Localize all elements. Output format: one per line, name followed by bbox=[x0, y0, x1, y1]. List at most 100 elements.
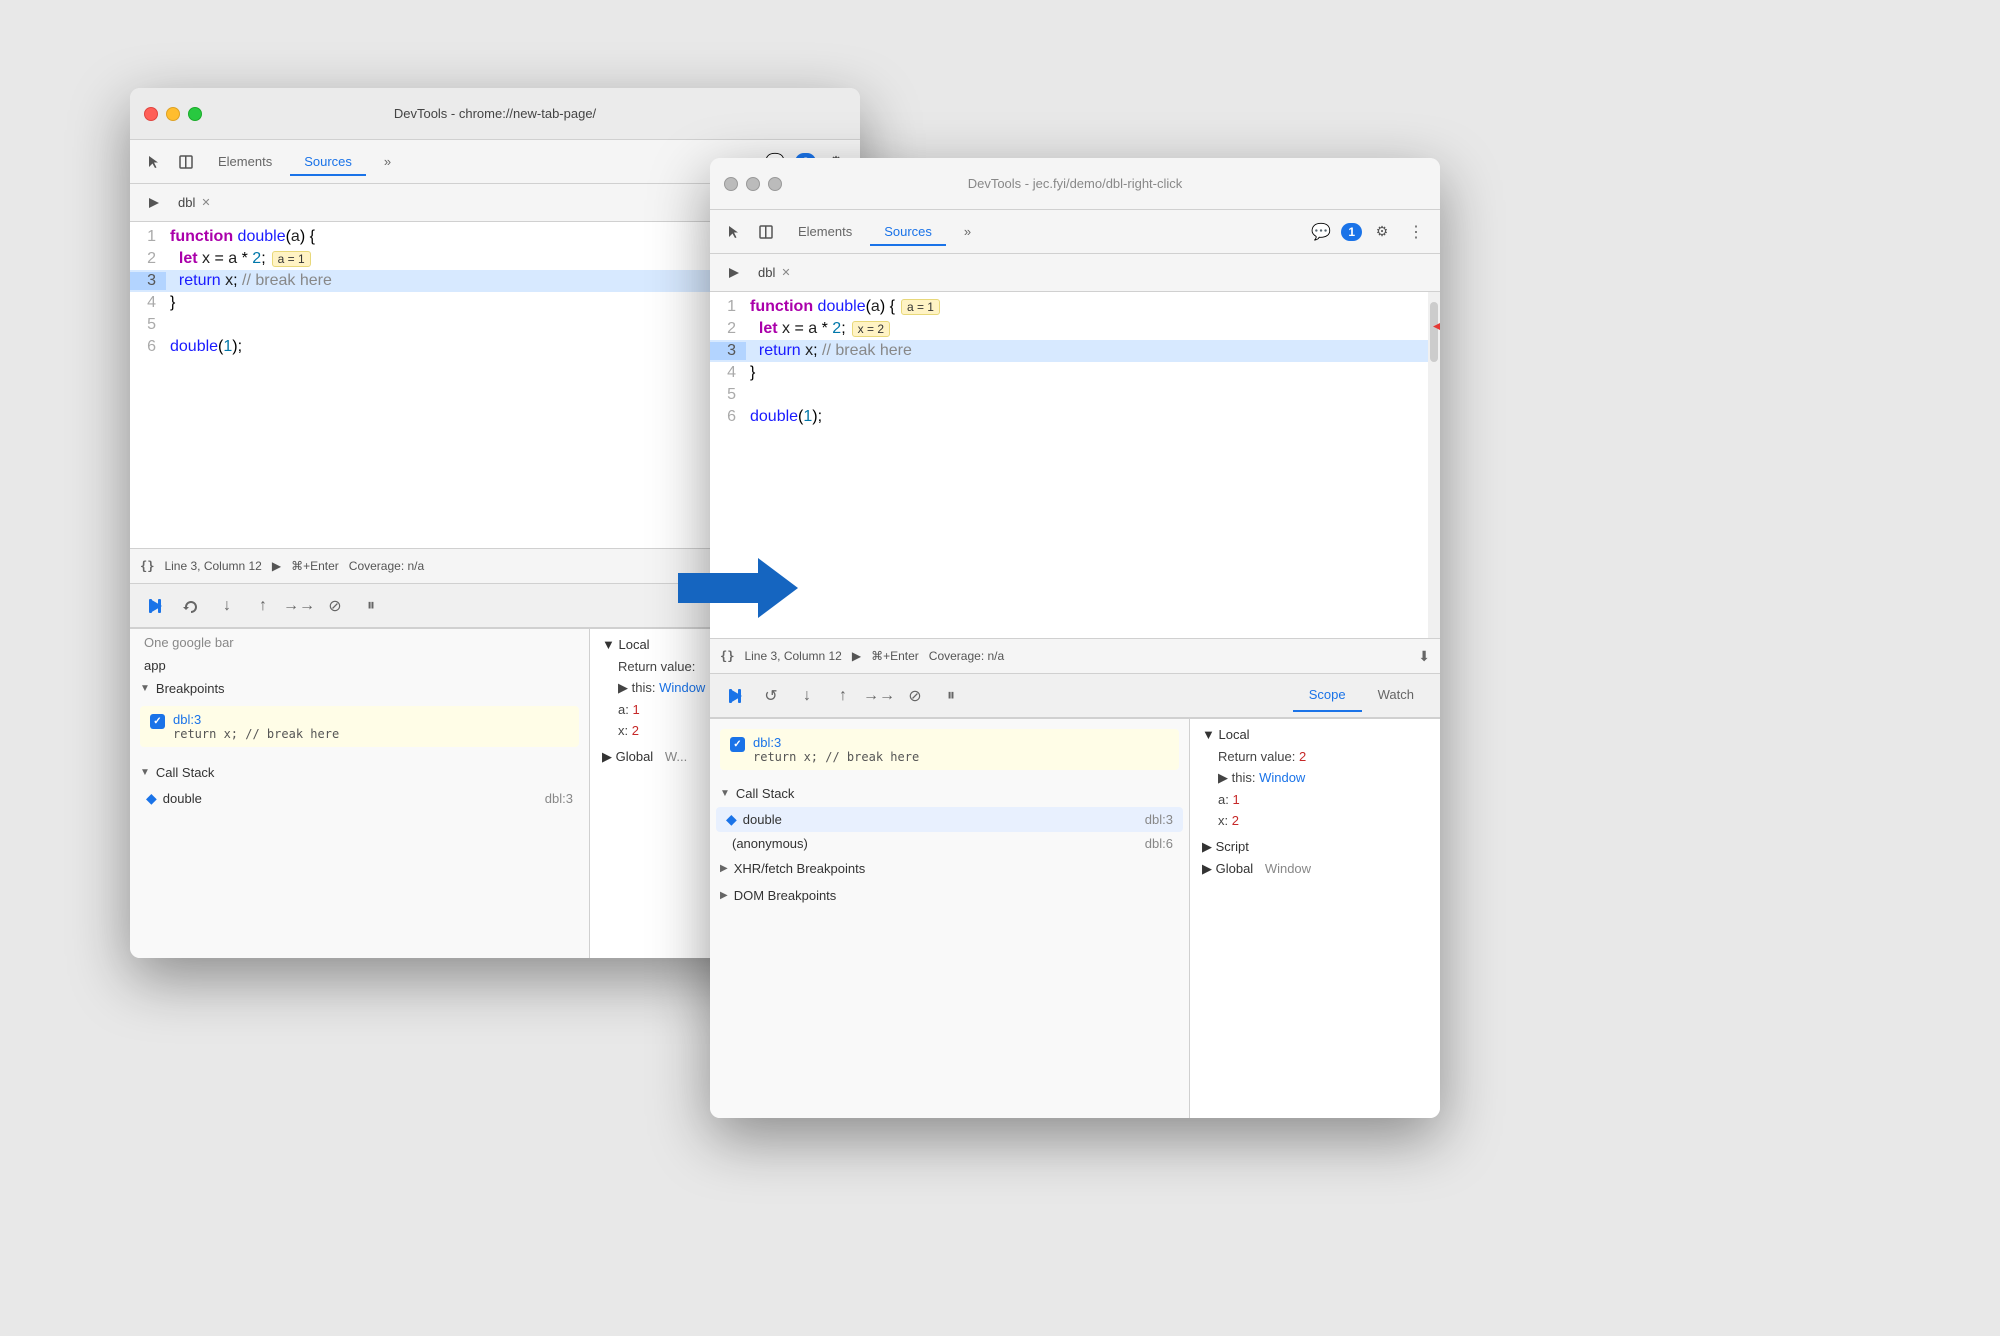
local-items-2: Return value: 2 ▶ this: Window a: 1 x: 2 bbox=[1202, 746, 1428, 831]
scope-tab-2[interactable]: Scope bbox=[1293, 679, 1362, 712]
bp-checkbox-1[interactable] bbox=[150, 714, 165, 729]
cursor-icon[interactable] bbox=[140, 148, 168, 176]
file-tab-close-2[interactable]: ✕ bbox=[781, 266, 790, 279]
dock-icon-2[interactable] bbox=[752, 218, 780, 246]
callstack-section-2[interactable]: ▼ Call Stack bbox=[710, 780, 1189, 807]
file-tab-name-1: dbl bbox=[178, 195, 195, 210]
callstack-label-1: Call Stack bbox=[156, 765, 215, 780]
gear-icon-2[interactable]: ⚙ bbox=[1368, 218, 1396, 246]
debug-toolbar-2: ↺ ↓ ↑ →→ ⊘ ⏸ Scope Watch bbox=[710, 674, 1440, 718]
close-button-2[interactable] bbox=[724, 177, 738, 191]
traffic-lights-2 bbox=[724, 177, 782, 191]
more-btn-2[interactable]: ⋮ bbox=[1402, 218, 1430, 246]
file-tab-1[interactable]: dbl ✕ bbox=[168, 191, 221, 214]
dom-label-2: DOM Breakpoints bbox=[734, 888, 837, 903]
minimize-button-1[interactable] bbox=[166, 107, 180, 121]
file-tab-2[interactable]: dbl ✕ bbox=[748, 261, 801, 284]
dock-icon[interactable] bbox=[172, 148, 200, 176]
tab-sources-1[interactable]: Sources bbox=[290, 148, 366, 175]
bp-content-2: dbl:3 return x; // break here bbox=[753, 735, 1169, 764]
deactivate-btn-2[interactable]: ⊘ bbox=[900, 681, 930, 711]
this-val-2: ▶ this: Window bbox=[1218, 767, 1428, 789]
tab-sources-2[interactable]: Sources bbox=[870, 218, 946, 245]
chat-badge-2: 1 bbox=[1341, 223, 1362, 241]
scope-content-2: ▼ Local Return value: 2 ▶ this: Window a… bbox=[1190, 719, 1440, 885]
coverage-1: Coverage: n/a bbox=[349, 559, 424, 573]
xhr-section-2[interactable]: ▶ XHR/fetch Breakpoints bbox=[710, 855, 1189, 882]
code-line-2-3: 3 return x; // break here bbox=[710, 340, 1440, 362]
red-arrow-icon bbox=[1433, 309, 1440, 350]
minimize-button-2[interactable] bbox=[746, 177, 760, 191]
a-val-2: a: 1 bbox=[1218, 789, 1428, 810]
statusbar-2: {} Line 3, Column 12 ▶ ⌘+Enter Coverage:… bbox=[710, 638, 1440, 674]
callstack-anon-2[interactable]: (anonymous) dbl:6 bbox=[716, 832, 1183, 855]
resume-btn-1[interactable] bbox=[140, 591, 170, 621]
callstack-section-1[interactable]: ▼ Call Stack bbox=[130, 759, 589, 786]
step-out-btn-1[interactable]: ↑ bbox=[248, 591, 278, 621]
step-over-btn-1[interactable] bbox=[176, 591, 206, 621]
run-icon-1[interactable]: ▶ bbox=[272, 559, 281, 573]
step-btn-1[interactable]: →→ bbox=[284, 591, 314, 621]
run-icon-2[interactable]: ▶ bbox=[852, 649, 861, 663]
bp-code-1: return x; // break here bbox=[173, 727, 569, 741]
breakpoints-section-1[interactable]: ▼ Breakpoints bbox=[130, 675, 589, 702]
callstack-items-1: ◆double dbl:3 bbox=[130, 786, 589, 811]
tab-elements-1[interactable]: Elements bbox=[204, 148, 286, 175]
script-header-2: ▶ Script bbox=[1202, 839, 1428, 855]
resume-btn-2[interactable] bbox=[720, 681, 750, 711]
breakpoints-content-1: dbl:3 return x; // break here bbox=[130, 706, 589, 759]
run-shortcut-1: ⌘+Enter bbox=[291, 559, 339, 573]
chevron-down-icon-2[interactable]: ⬇ bbox=[1418, 648, 1430, 665]
pause-btn-2[interactable]: ⏸ bbox=[936, 681, 966, 711]
deactivate-btn-1[interactable]: ⊘ bbox=[320, 591, 350, 621]
left-panel-2: dbl:3 return x; // break here ▼ Call Sta… bbox=[710, 719, 1190, 1118]
step-into-btn-1[interactable]: ↓ bbox=[212, 591, 242, 621]
code-section-2: 1 function double(a) {a = 1 2 let x = a … bbox=[710, 292, 1440, 638]
bp-code-2: return x; // break here bbox=[753, 750, 1169, 764]
callstack-items-2: ◆double dbl:3 (anonymous) dbl:6 bbox=[710, 807, 1189, 855]
xhr-label-2: XHR/fetch Breakpoints bbox=[734, 861, 866, 876]
step-into-btn-2[interactable]: ↓ bbox=[792, 681, 822, 711]
coverage-2: Coverage: n/a bbox=[929, 649, 1004, 663]
file-tab-close-1[interactable]: ✕ bbox=[201, 196, 210, 209]
callstack-item-double-1[interactable]: ◆double dbl:3 bbox=[136, 786, 583, 811]
app-item: app bbox=[130, 656, 589, 675]
chat-icon-2: 💬 bbox=[1311, 222, 1331, 242]
code-line-2-6: 6 double(1); bbox=[710, 406, 1440, 428]
format-icon-2[interactable]: {} bbox=[720, 649, 734, 663]
maximize-button-2[interactable] bbox=[768, 177, 782, 191]
position-2: Line 3, Column 12 bbox=[744, 649, 841, 663]
x-val-2: x: 2 bbox=[1218, 810, 1428, 831]
return-value-2: Return value: 2 bbox=[1218, 746, 1428, 767]
callstack-double-2[interactable]: ◆double dbl:3 bbox=[716, 807, 1183, 832]
toolbar-right-2: 💬 1 ⚙ ⋮ bbox=[1311, 218, 1430, 246]
left-panel-1: One google bar app ▼ Breakpoints dbl:3 bbox=[130, 629, 590, 958]
panel-icon-2[interactable] bbox=[720, 259, 748, 287]
breakpoint-item-2: dbl:3 return x; // break here bbox=[720, 729, 1179, 770]
pause-btn-1[interactable]: ⏸ bbox=[356, 591, 386, 621]
local-header-2: ▼ Local bbox=[1202, 727, 1428, 742]
watch-tab-2[interactable]: Watch bbox=[1362, 679, 1430, 712]
bp-container-2: dbl:3 return x; // break here bbox=[710, 719, 1189, 780]
step-btn-2[interactable]: →→ bbox=[864, 681, 894, 711]
tab-more-2[interactable]: » bbox=[950, 218, 985, 245]
code-lines-2: 1 function double(a) {a = 1 2 let x = a … bbox=[710, 292, 1440, 638]
maximize-button-1[interactable] bbox=[188, 107, 202, 121]
subtoolbar-2: dbl ✕ bbox=[710, 254, 1440, 292]
cursor-icon-2[interactable] bbox=[720, 218, 748, 246]
bp-file-1: dbl:3 bbox=[173, 712, 569, 727]
bp-checkbox-2[interactable] bbox=[730, 737, 745, 752]
tab-more-1[interactable]: » bbox=[370, 148, 405, 175]
step-over-btn-2[interactable]: ↺ bbox=[756, 681, 786, 711]
titlebar-1: DevTools - chrome://new-tab-page/ bbox=[130, 88, 860, 140]
format-icon-1[interactable]: {} bbox=[140, 559, 154, 573]
global-header-2: ▶ Global Window bbox=[1202, 861, 1428, 877]
position-1: Line 3, Column 12 bbox=[164, 559, 261, 573]
run-shortcut-2: ⌘+Enter bbox=[871, 649, 919, 663]
step-out-btn-2[interactable]: ↑ bbox=[828, 681, 858, 711]
close-button-1[interactable] bbox=[144, 107, 158, 121]
tab-elements-2[interactable]: Elements bbox=[784, 218, 866, 245]
dom-section-2[interactable]: ▶ DOM Breakpoints bbox=[710, 882, 1189, 909]
bottom-panels-2: dbl:3 return x; // break here ▼ Call Sta… bbox=[710, 718, 1440, 1118]
panel-icon-1[interactable] bbox=[140, 189, 168, 217]
